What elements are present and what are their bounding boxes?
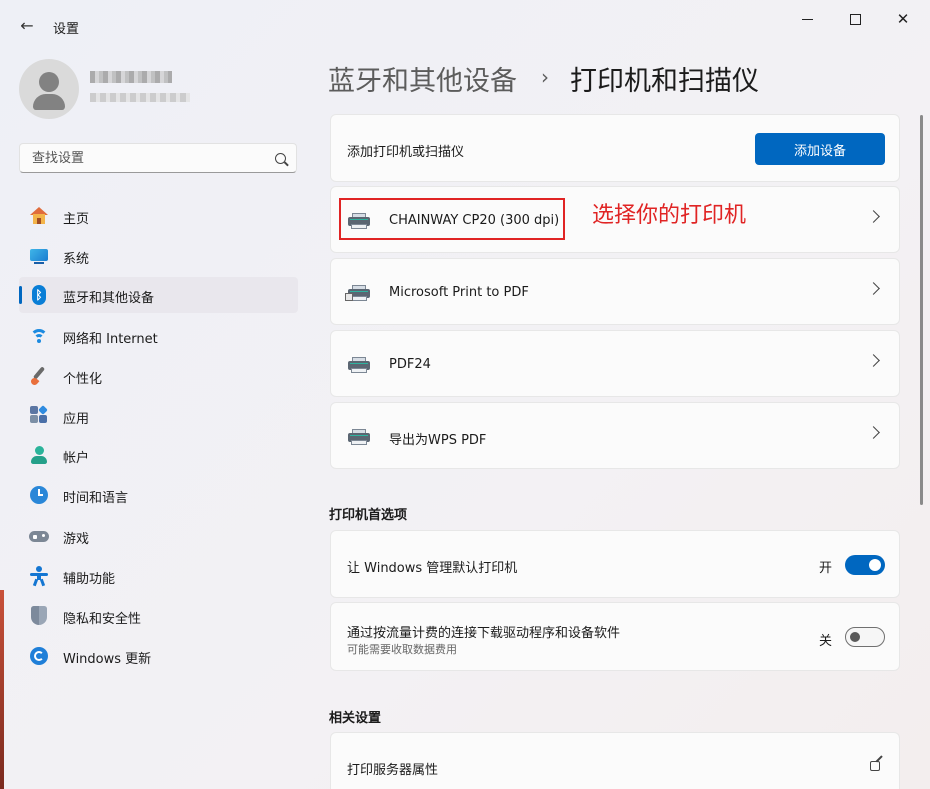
- printer-name: Microsoft Print to PDF: [389, 285, 529, 300]
- sidebar-item-label: 应用: [63, 412, 90, 427]
- system-icon: [29, 246, 49, 266]
- bluetooth-icon: ᛒ: [29, 285, 49, 305]
- manage-default-printer-card: 让 Windows 管理默认打印机 开: [330, 530, 900, 598]
- sidebar-item-time-language[interactable]: 时间和语言: [19, 477, 298, 513]
- manage-default-label: 让 Windows 管理默认打印机: [347, 561, 518, 576]
- close-icon: ✕: [896, 10, 910, 28]
- external-link-icon: [870, 761, 880, 771]
- sidebar-item-label: 游戏: [63, 532, 90, 547]
- print-server-properties-card[interactable]: 打印服务器属性: [330, 732, 900, 789]
- apps-icon: [29, 405, 49, 426]
- search-icon[interactable]: [275, 153, 286, 164]
- brush-icon: [29, 366, 49, 387]
- printer-preferences-title: 打印机首选项: [329, 508, 408, 523]
- printer-item-wps-pdf[interactable]: 导出为WPS PDF: [330, 402, 900, 469]
- sidebar-item-label: 隐私和安全性: [63, 612, 142, 627]
- wifi-icon: [29, 326, 49, 346]
- add-device-button[interactable]: 添加设备: [755, 133, 885, 165]
- sidebar-item-label: 主页: [63, 212, 90, 227]
- back-button[interactable]: ←: [14, 12, 40, 38]
- sidebar-item-label: 蓝牙和其他设备: [63, 291, 155, 306]
- app-title: 设置: [53, 22, 80, 37]
- print-server-label: 打印服务器属性: [347, 763, 439, 778]
- desktop-background-strip: [0, 590, 4, 789]
- user-email-blurred: [90, 93, 190, 102]
- sidebar-item-system[interactable]: 系统: [19, 238, 298, 274]
- avatar-body: [33, 94, 65, 110]
- close-button[interactable]: ✕: [880, 6, 926, 32]
- sidebar-item-accessibility[interactable]: 辅助功能: [19, 558, 298, 594]
- shield-icon: [29, 606, 49, 626]
- toggle-state-label: 关: [819, 634, 833, 649]
- sidebar-item-apps[interactable]: 应用: [19, 398, 298, 434]
- sidebar-item-accounts[interactable]: 帐户: [19, 437, 298, 473]
- sidebar-item-label: 时间和语言: [63, 491, 129, 506]
- chevron-right-icon: [867, 282, 880, 295]
- add-printer-card: 添加打印机或扫描仪 添加设备: [330, 114, 900, 182]
- chevron-right-icon: [867, 210, 880, 223]
- toggle-state-label: 开: [819, 561, 833, 576]
- sidebar-item-privacy[interactable]: 隐私和安全性: [19, 598, 298, 634]
- printer-item-ms-pdf[interactable]: Microsoft Print to PDF: [330, 258, 900, 325]
- title-bar: ← 设置 ✕: [0, 0, 930, 50]
- user-name-blurred: [90, 71, 172, 83]
- metered-download-label: 通过按流量计费的连接下载驱动程序和设备软件: [347, 626, 621, 641]
- selection-indicator: [19, 286, 22, 304]
- annotation-highlight-box: [339, 198, 565, 240]
- toggle-knob: [850, 632, 860, 642]
- sidebar-item-network[interactable]: 网络和 Internet: [19, 318, 298, 354]
- metered-download-sublabel: 可能需要收取数据费用: [347, 643, 457, 656]
- sidebar-item-personalization[interactable]: 个性化: [19, 358, 298, 394]
- sidebar-item-gaming[interactable]: 游戏: [19, 518, 298, 554]
- maximize-icon: [849, 13, 861, 25]
- breadcrumb-separator: ›: [541, 65, 549, 89]
- sidebar-item-label: 辅助功能: [63, 572, 116, 587]
- printer-name: PDF24: [389, 357, 431, 372]
- search-box[interactable]: [19, 143, 297, 173]
- home-icon: [29, 206, 49, 226]
- clock-icon: [29, 485, 49, 505]
- sidebar-item-windows-update[interactable]: Windows 更新: [19, 638, 298, 674]
- scrollbar[interactable]: [920, 115, 923, 505]
- related-settings-title: 相关设置: [329, 711, 382, 726]
- annotation-text: 选择你的打印机: [592, 203, 747, 228]
- page-title: 打印机和扫描仪: [570, 66, 759, 97]
- search-input[interactable]: [30, 150, 264, 167]
- chevron-right-icon: [867, 426, 880, 439]
- maximize-button[interactable]: [832, 6, 878, 32]
- minimize-icon: [801, 18, 813, 20]
- manage-default-toggle[interactable]: [845, 555, 885, 575]
- sidebar-item-label: Windows 更新: [63, 652, 152, 667]
- sidebar-item-label: 网络和 Internet: [63, 332, 158, 347]
- metered-download-toggle[interactable]: [845, 627, 885, 647]
- sidebar-item-label: 个性化: [63, 372, 103, 387]
- breadcrumb-parent[interactable]: 蓝牙和其他设备: [328, 59, 517, 98]
- avatar-head: [39, 72, 59, 92]
- back-arrow-icon: ←: [20, 15, 34, 35]
- printer-icon: [345, 285, 370, 301]
- account-icon: [29, 445, 49, 465]
- printer-name: 导出为WPS PDF: [389, 433, 487, 448]
- update-icon: [29, 646, 49, 666]
- printer-item-pdf24[interactable]: PDF24: [330, 330, 900, 397]
- sidebar-item-bluetooth[interactable]: ᛒ 蓝牙和其他设备: [19, 277, 298, 313]
- accessibility-icon: [29, 566, 49, 587]
- printer-icon: [348, 429, 370, 445]
- add-printer-label: 添加打印机或扫描仪: [347, 145, 465, 160]
- avatar[interactable]: [19, 59, 79, 119]
- metered-download-card: 通过按流量计费的连接下载驱动程序和设备软件 可能需要收取数据费用 关: [330, 602, 900, 671]
- gamepad-icon: [29, 526, 49, 546]
- chevron-right-icon: [867, 354, 880, 367]
- minimize-button[interactable]: [784, 6, 830, 32]
- printer-icon: [348, 357, 370, 373]
- sidebar-item-label: 帐户: [63, 451, 90, 466]
- toggle-knob: [869, 559, 881, 571]
- sidebar-item-home[interactable]: 主页: [19, 198, 298, 234]
- sidebar-item-label: 系统: [63, 252, 90, 267]
